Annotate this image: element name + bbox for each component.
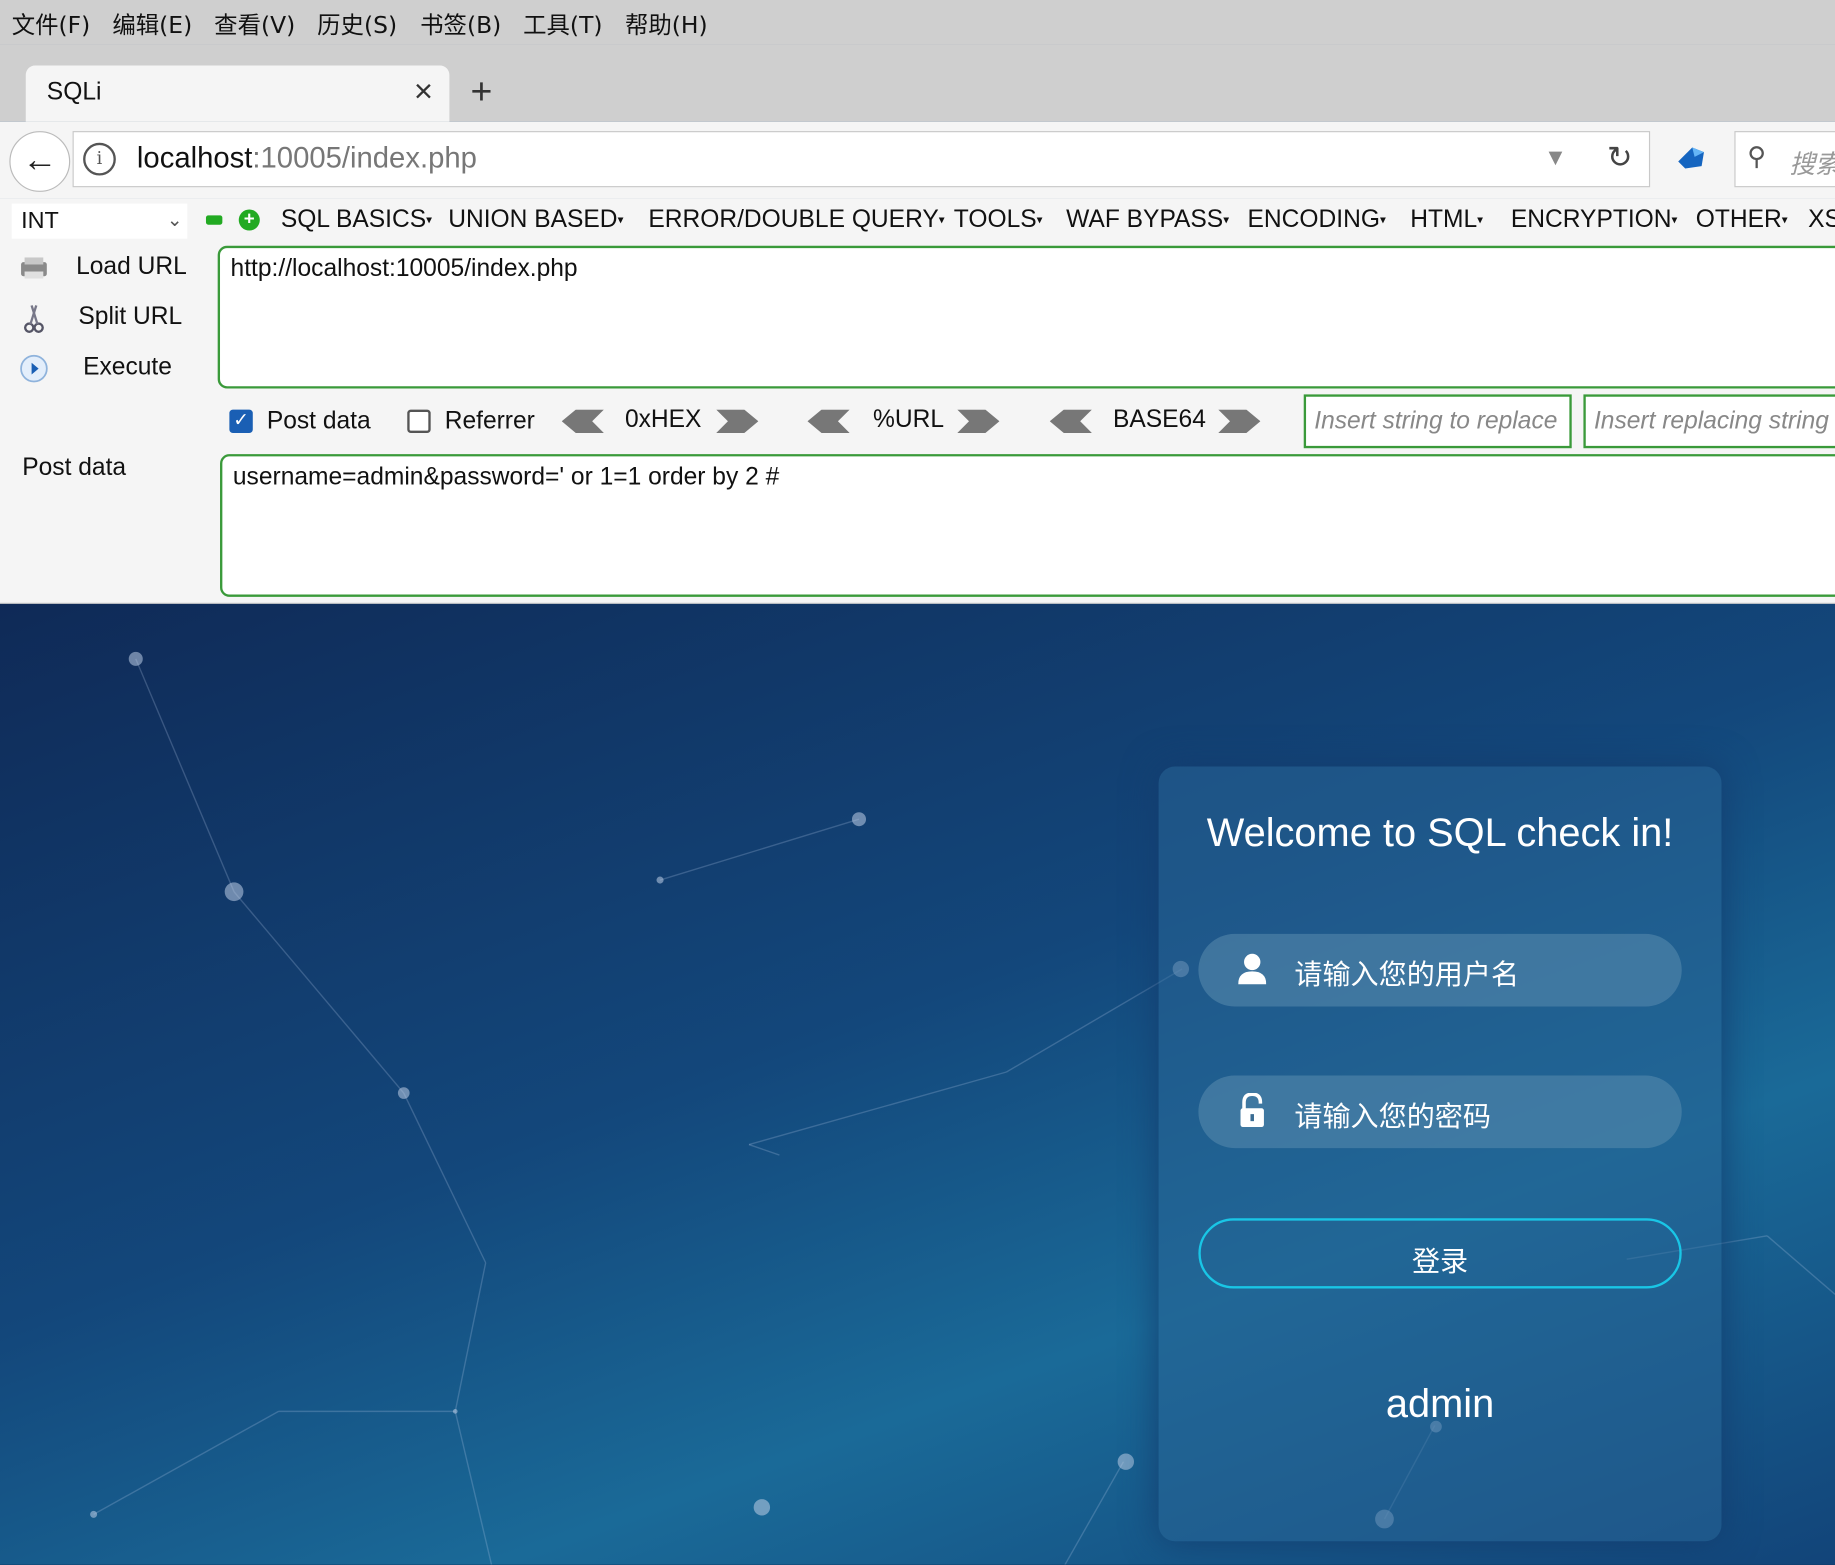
post-data-textarea[interactable]: username=admin&password=' or 1=1 order b… [220, 454, 1835, 597]
menu-view[interactable]: 查看(V) [214, 6, 295, 40]
menu-xss[interactable]: XSS [1808, 206, 1835, 234]
search-input[interactable]: ⚲ 搜索 [1734, 131, 1835, 188]
hackbar-panel: INT ⌄ + SQL BASICS▾ UNION BASED▾ ERROR/D… [0, 198, 1835, 606]
search-placeholder: 搜索 [1789, 149, 1835, 180]
urlenc-label: %URL [873, 406, 945, 434]
post-data-checkbox-label: Post data [266, 407, 371, 435]
type-select[interactable]: INT ⌄ [11, 203, 188, 239]
replace-string-placeholder: Insert string to replace [1314, 407, 1558, 435]
address-bar[interactable]: i localhost:10005/index.php ▼ ↻ [72, 131, 1651, 188]
replacing-string-input[interactable]: Insert replacing string [1583, 394, 1835, 449]
menu-label: ENCRYPTION [1510, 205, 1672, 233]
tab-title: SQLi [46, 78, 102, 106]
url-decode-arrow-icon[interactable] [807, 409, 850, 434]
replace-string-input[interactable]: Insert string to replace [1303, 394, 1572, 449]
new-tab-icon[interactable]: + [470, 70, 492, 113]
menu-edit[interactable]: 编辑(E) [112, 6, 192, 40]
url-text: localhost:10005/index.php [137, 142, 477, 176]
url-textarea[interactable]: http://localhost:10005/index.php [217, 245, 1835, 389]
menu-waf-bypass[interactable]: WAF BYPASS▾ [1066, 206, 1229, 234]
base64-decode-arrow-icon[interactable] [1049, 409, 1092, 434]
base64-label: BASE64 [1112, 406, 1206, 434]
post-data-value: username=admin&password=' or 1=1 order b… [232, 463, 780, 491]
dropdown-icon[interactable]: ▼ [1544, 145, 1567, 172]
search-icon: ⚲ [1747, 141, 1767, 171]
tab-sqli[interactable]: SQLi × [25, 65, 450, 122]
username-field[interactable]: 请输入您的用户名 [1198, 933, 1682, 1007]
post-data-label: Post data [22, 454, 127, 481]
back-arrow-icon: ← [22, 140, 58, 180]
menu-label: ERROR/DOUBLE QUERY [648, 205, 939, 233]
play-icon [20, 354, 48, 383]
menu-history[interactable]: 历史(S) [317, 6, 397, 40]
url-encode-arrow-icon[interactable] [957, 409, 1000, 434]
menu-label: ENCODING [1247, 205, 1381, 233]
post-data-checkbox[interactable]: ✓ [229, 409, 253, 434]
hex-label: 0xHEX [624, 406, 702, 434]
menu-tools[interactable]: 工具(T) [523, 6, 602, 40]
web-page: Welcome to SQL check in! 请输入您的用户名 请输入您的密… [0, 603, 1835, 1565]
menu-error-double-query[interactable]: ERROR/DOUBLE QUERY▾ [648, 206, 944, 234]
login-button[interactable]: 登录 [1198, 1218, 1682, 1289]
referrer-checkbox[interactable] [407, 409, 431, 434]
menu-label: WAF BYPASS [1066, 205, 1224, 233]
referrer-checkbox-label: Referrer [444, 407, 535, 435]
load-url-icon [21, 257, 47, 279]
minus-icon[interactable] [205, 215, 223, 225]
reload-icon[interactable]: ↻ [1607, 139, 1633, 175]
menu-encryption[interactable]: ENCRYPTION▾ [1511, 206, 1678, 234]
login-card: Welcome to SQL check in! 请输入您的用户名 请输入您的密… [1158, 766, 1722, 1542]
menu-help[interactable]: 帮助(H) [625, 6, 708, 40]
lock-icon [1240, 1093, 1264, 1127]
url-host: localhost [136, 141, 253, 175]
nav-bar: ← i localhost:10005/index.php ▼ ↻ ⚲ 搜索 [0, 121, 1835, 199]
chevron-down-icon: ⌄ [166, 210, 183, 231]
menu-tools-hackbar[interactable]: TOOLS▾ [954, 206, 1043, 234]
plus-icon[interactable]: + [238, 209, 260, 231]
login-button-label: 登录 [1411, 1245, 1469, 1278]
menu-label: SQL BASICS [280, 205, 427, 233]
menu-union-based[interactable]: UNION BASED▾ [448, 206, 623, 234]
password-field[interactable]: 请输入您的密码 [1198, 1075, 1682, 1149]
type-select-value: INT [21, 208, 59, 235]
menu-sql-basics[interactable]: SQL BASICS▾ [281, 206, 432, 234]
url-path: :10005/index.php [252, 141, 477, 175]
menu-bar: 文件(F) 编辑(E) 查看(V) 历史(S) 书签(B) 工具(T) 帮助(H… [0, 0, 1835, 45]
split-url-label: Split URL [78, 303, 183, 331]
url-textarea-value: http://localhost:10005/index.php [230, 255, 578, 283]
execute-button[interactable]: Execute [16, 349, 215, 391]
menu-encoding[interactable]: ENCODING▾ [1248, 206, 1386, 234]
load-url-button[interactable]: Load URL [16, 248, 215, 290]
menu-label: UNION BASED [448, 205, 618, 233]
menu-label: HTML [1410, 205, 1478, 233]
menu-bookmarks[interactable]: 书签(B) [420, 6, 501, 40]
menu-html[interactable]: HTML▾ [1410, 206, 1483, 234]
tab-strip: SQLi × + [0, 44, 1835, 122]
menu-other[interactable]: OTHER▾ [1696, 206, 1788, 234]
hex-encode-arrow-icon[interactable] [716, 409, 759, 434]
split-url-button[interactable]: Split URL [16, 298, 215, 340]
result-text: admin [1385, 1382, 1495, 1427]
menu-label: TOOLS [953, 205, 1037, 233]
back-button[interactable]: ← [9, 131, 71, 192]
info-icon[interactable]: i [83, 142, 116, 176]
password-placeholder: 请输入您的密码 [1294, 1100, 1491, 1133]
scissors-icon [23, 305, 44, 333]
close-icon[interactable]: × [414, 73, 433, 110]
username-placeholder: 请输入您的用户名 [1294, 958, 1520, 992]
replacing-string-placeholder: Insert replacing string [1593, 407, 1829, 435]
hex-decode-arrow-icon[interactable] [561, 409, 604, 434]
menu-label: XSS [1808, 205, 1835, 233]
menu-label: OTHER [1695, 205, 1782, 233]
execute-label: Execute [83, 353, 172, 381]
base64-encode-arrow-icon[interactable] [1218, 409, 1261, 434]
hackbar-icon[interactable] [1676, 143, 1706, 173]
page-title: Welcome to SQL check in! [1206, 811, 1674, 856]
menu-file[interactable]: 文件(F) [12, 6, 91, 40]
user-icon [1238, 953, 1267, 985]
load-url-label: Load URL [76, 252, 187, 280]
